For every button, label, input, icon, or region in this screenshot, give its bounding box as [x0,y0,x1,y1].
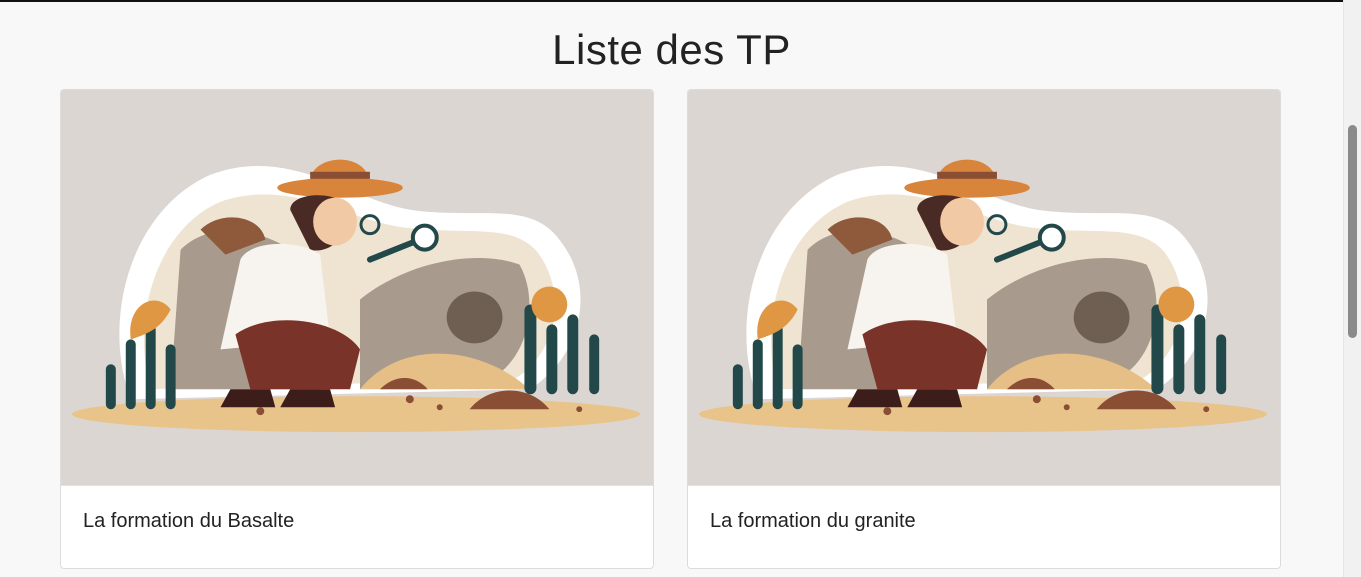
geologist-illustration-icon[interactable] [688,90,1280,486]
scrollbar-thumb[interactable] [1348,125,1357,338]
tp-card-basalte[interactable]: La formation du Basalte [60,89,654,569]
top-rule [0,0,1343,2]
card-title[interactable]: La formation du Basalte [83,510,294,533]
tp-card-granite[interactable]: La formation du granite [687,89,1281,569]
page-title: Liste des TP [552,26,791,73]
geologist-illustration-icon[interactable] [61,90,653,486]
vertical-scrollbar[interactable] [1343,0,1361,577]
card-title[interactable]: La formation du granite [710,510,916,533]
